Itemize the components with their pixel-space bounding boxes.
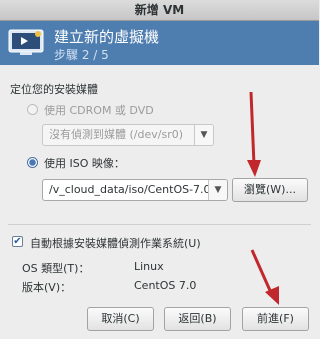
annotation-arrows [247,91,279,305]
annotation-arrow-forward [250,249,279,305]
annotation-arrow-browse [247,91,261,177]
